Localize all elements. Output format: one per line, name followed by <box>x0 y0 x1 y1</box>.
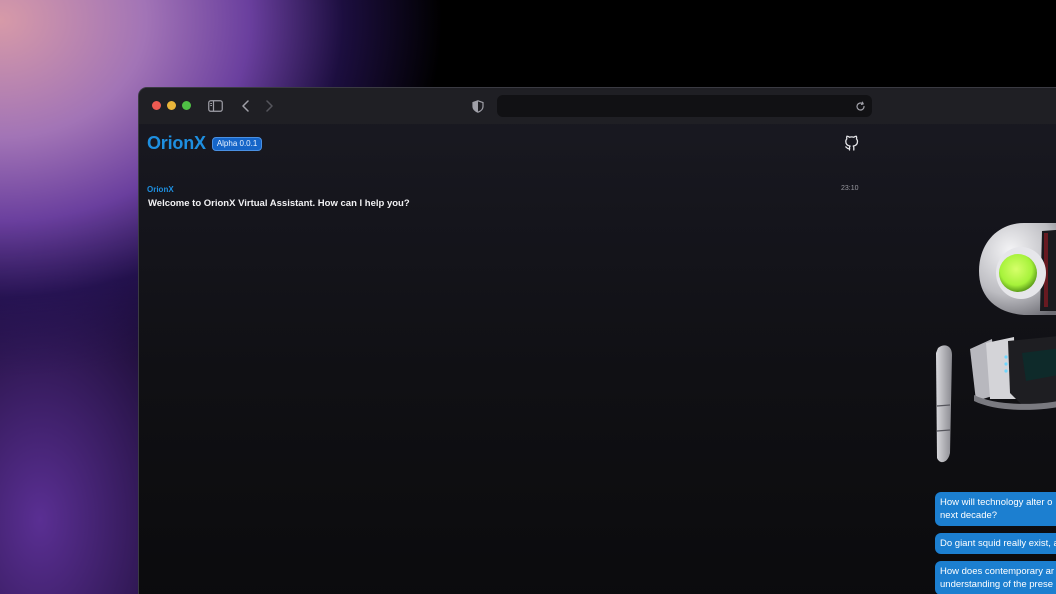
version-badge: Alpha 0.0.1 <box>211 136 263 151</box>
reload-icon[interactable] <box>852 98 868 114</box>
privacy-shield-icon[interactable] <box>469 97 487 115</box>
chevron-right-icon[interactable] <box>260 97 278 115</box>
browser-window: OrionX Alpha 0.0.1 OrionX 23:10 Welcome … <box>138 87 1056 594</box>
browser-toolbar <box>139 88 1056 124</box>
robot-avatar-3d <box>934 223 1056 468</box>
suggestion-chip[interactable]: How will technology alter o next decade? <box>935 492 1056 526</box>
message-sender: OrionX <box>147 185 174 194</box>
suggestion-chip[interactable]: Do giant squid really exist, a <box>935 533 1056 554</box>
message-timestamp: 23:10 <box>841 185 859 192</box>
close-window-button[interactable] <box>152 101 161 110</box>
github-icon[interactable] <box>844 135 860 151</box>
suggestion-list: How will technology alter o next decade?… <box>935 492 1056 594</box>
app-title: OrionX <box>147 133 206 153</box>
suggestion-chip[interactable]: How does contemporary ar understanding o… <box>935 561 1056 594</box>
chevron-left-icon[interactable] <box>237 97 255 115</box>
app-header: OrionX Alpha 0.0.1 <box>147 133 263 154</box>
sidebar-toggle-icon[interactable] <box>206 97 224 115</box>
zoom-window-button[interactable] <box>182 101 191 110</box>
address-bar[interactable] <box>497 95 872 117</box>
message-text: Welcome to OrionX Virtual Assistant. How… <box>148 198 410 209</box>
minimize-window-button[interactable] <box>167 101 176 110</box>
